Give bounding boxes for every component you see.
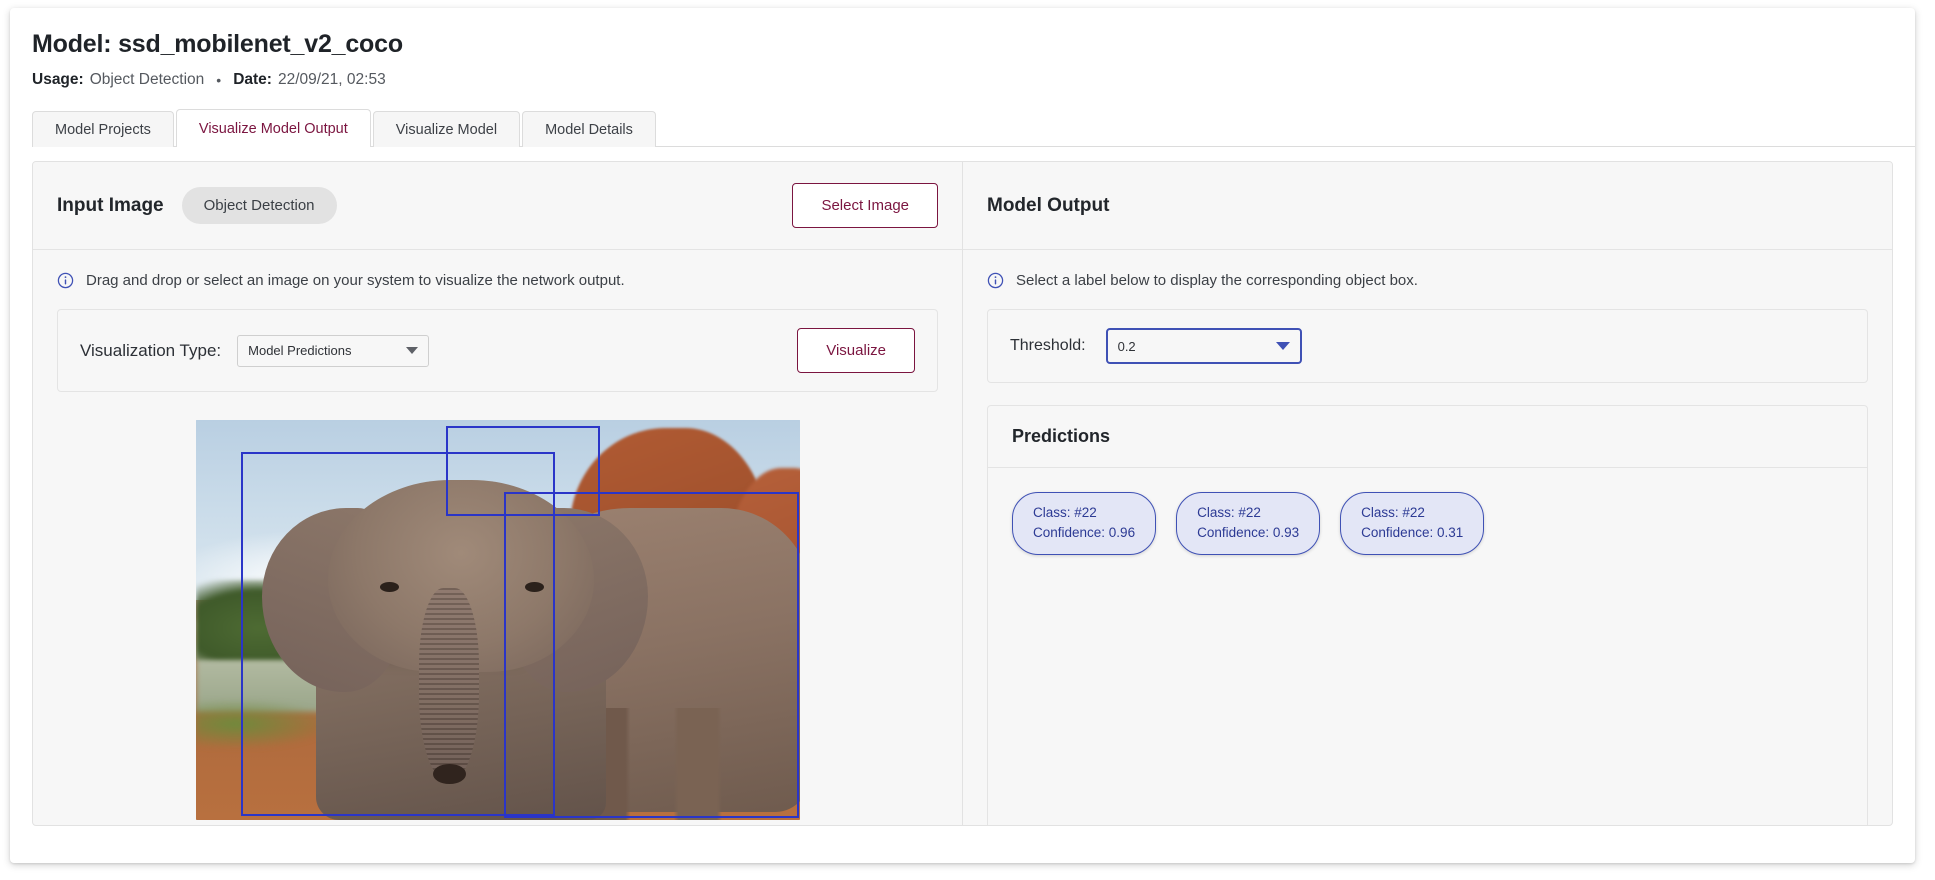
content-split: Input Image Object Detection Select Imag…: [32, 161, 1893, 826]
chevron-down-icon: [406, 347, 419, 354]
visualization-type-value: Model Predictions: [248, 343, 352, 358]
prediction-chip[interactable]: Class: #22 Confidence: 0.96: [1012, 492, 1157, 555]
prediction-confidence: Confidence: 0.93: [1197, 525, 1300, 541]
prediction-chip[interactable]: Class: #22 Confidence: 0.31: [1340, 492, 1485, 555]
meta-separator: •: [216, 72, 222, 88]
visualization-type-card: Visualization Type: Model Predictions Vi…: [57, 309, 938, 392]
page-header: Model: ssd_mobilenet_v2_coco Usage: Obje…: [10, 8, 1915, 89]
predictions-title: Predictions: [988, 406, 1867, 468]
model-output-title: Model Output: [987, 194, 1110, 216]
prediction-confidence: Confidence: 0.31: [1361, 525, 1464, 541]
threshold-select[interactable]: 0.2: [1105, 328, 1302, 364]
visualization-type-row: Visualization Type: Model Predictions Vi…: [58, 310, 937, 391]
model-output-header: Model Output: [963, 162, 1892, 250]
prediction-class: Class: #22: [1361, 505, 1425, 520]
threshold-label: Threshold:: [1010, 337, 1086, 354]
select-image-button[interactable]: Select Image: [792, 183, 938, 228]
detection-image-wrapper[interactable]: [195, 420, 800, 820]
info-icon: [57, 272, 74, 289]
threshold-value: 0.2: [1117, 338, 1136, 354]
tab-visualize-model[interactable]: Visualize Model: [372, 111, 521, 147]
page-title: Model: ssd_mobilenet_v2_coco: [32, 30, 403, 58]
visualization-type-label: Visualization Type:: [80, 340, 222, 360]
input-image-header: Input Image Object Detection Select Imag…: [33, 162, 962, 250]
elephant-nostril: [433, 764, 467, 784]
model-page-card: Model: ssd_mobilenet_v2_coco Usage: Obje…: [10, 8, 1915, 863]
prediction-confidence: Confidence: 0.96: [1033, 525, 1136, 541]
select-label-info-text: Select a label below to display the corr…: [1016, 272, 1418, 289]
elephant-trunk: [418, 588, 480, 780]
visualize-button[interactable]: Visualize: [797, 328, 915, 373]
model-meta-row: Usage: Object Detection • Date: 22/09/21…: [32, 71, 1915, 89]
input-image-title: Input Image: [57, 194, 164, 216]
chevron-down-icon: [1275, 342, 1290, 350]
date-value: 22/09/21, 02:53: [277, 71, 386, 88]
object-detection-badge[interactable]: Object Detection: [181, 187, 337, 224]
usage-value: Object Detection: [89, 71, 205, 88]
visualization-type-select[interactable]: Model Predictions: [237, 334, 430, 367]
info-icon: [987, 272, 1004, 289]
model-output-body: Select a label below to display the corr…: [963, 250, 1892, 825]
select-label-info-row: Select a label below to display the corr…: [987, 272, 1868, 289]
usage-label: Usage:: [32, 71, 84, 88]
input-image-body: Drag and drop or select an image on your…: [33, 250, 962, 825]
drag-drop-info-row: Drag and drop or select an image on your…: [57, 272, 938, 289]
predictions-list: Class: #22 Confidence: 0.96 Class: #22 C…: [988, 468, 1867, 579]
model-output-pane: Model Output Select a label below to dis…: [963, 162, 1892, 825]
prediction-class: Class: #22: [1033, 505, 1097, 520]
input-image-pane: Input Image Object Detection Select Imag…: [33, 162, 963, 825]
tab-bar: Model Projects Visualize Model Output Vi…: [32, 109, 1915, 147]
photo-grass: [195, 700, 329, 748]
prediction-chip[interactable]: Class: #22 Confidence: 0.93: [1176, 492, 1321, 555]
predictions-card: Predictions Class: #22 Confidence: 0.96 …: [987, 405, 1868, 825]
input-photo: [195, 420, 800, 820]
prediction-class: Class: #22: [1197, 505, 1261, 520]
threshold-card: Threshold: 0.2: [987, 309, 1868, 383]
date-label: Date:: [233, 71, 272, 88]
drag-drop-info-text: Drag and drop or select an image on your…: [86, 272, 625, 289]
tab-model-details[interactable]: Model Details: [522, 111, 656, 147]
tab-visualize-model-output[interactable]: Visualize Model Output: [175, 109, 371, 147]
tab-model-projects[interactable]: Model Projects: [32, 111, 174, 147]
